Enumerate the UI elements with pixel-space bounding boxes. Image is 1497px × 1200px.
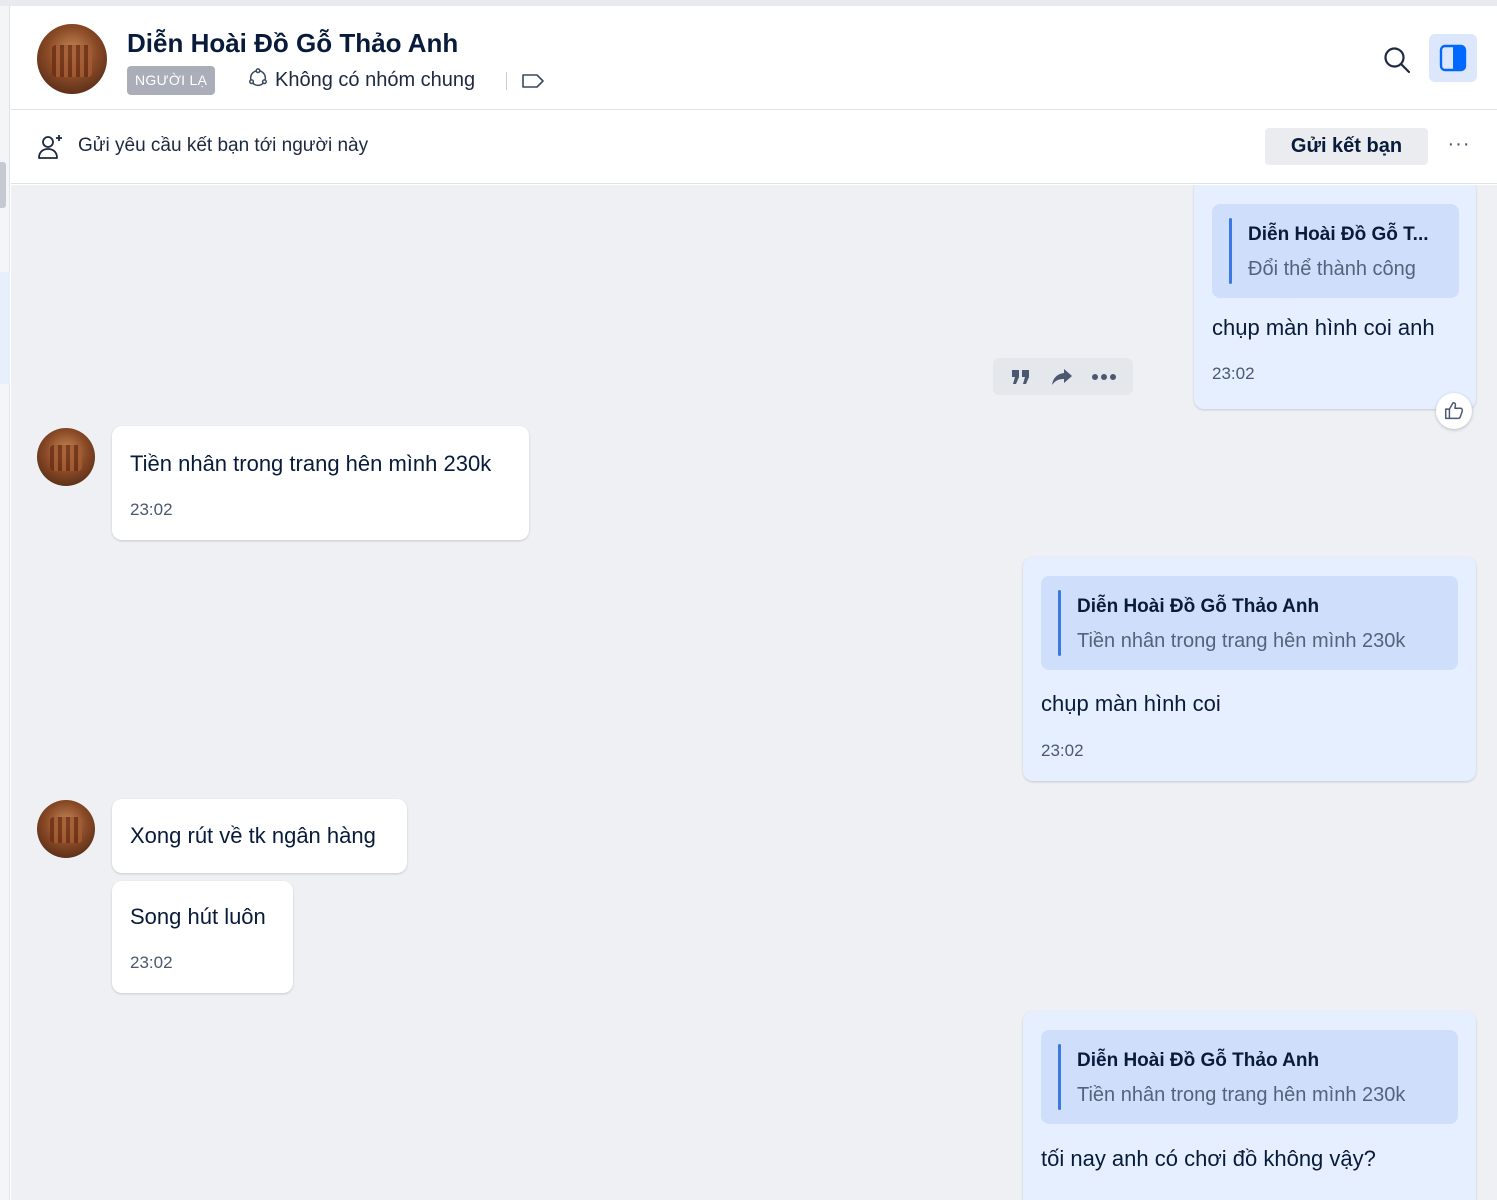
contact-name[interactable]: Diễn Hoài Đồ Gỗ Thảo Anh	[127, 28, 458, 59]
message-bubble-outgoing[interactable]: Diễn Hoài Đồ Gỗ Thảo Anh Tiền nhân trong…	[1023, 1011, 1476, 1200]
message-time: 23:02	[130, 953, 173, 972]
thumbs-up-icon	[1445, 402, 1464, 420]
chat-messages-area[interactable]: Diễn Hoài Đồ Gỗ T... Đổi thể thành công …	[11, 185, 1497, 1200]
quote-bar	[1229, 218, 1232, 284]
message-text: Xong rút về tk ngân hàng	[130, 823, 376, 848]
search-icon	[1384, 47, 1411, 74]
conversation-list-edge	[0, 6, 10, 1200]
message-text: Tiền nhân trong trang hên mình 230k	[130, 451, 492, 476]
message-actions	[993, 358, 1133, 395]
quote-sender: Diễn Hoài Đồ Gỗ T...	[1248, 224, 1429, 245]
scrollbar-handle[interactable]	[0, 162, 6, 208]
tag-icon[interactable]	[520, 70, 546, 92]
message-time: 23:02	[130, 500, 173, 519]
react-like-button[interactable]	[1436, 393, 1472, 429]
quote-sender: Diễn Hoài Đồ Gỗ Thảo Anh	[1077, 1050, 1320, 1071]
selected-conversation-edge[interactable]	[0, 272, 10, 384]
message-bubble-outgoing[interactable]: Diễn Hoài Đồ Gỗ Thảo Anh Tiền nhân trong…	[1023, 557, 1476, 781]
sender-avatar[interactable]	[37, 800, 95, 858]
sidebar-panel-icon	[1439, 44, 1467, 72]
message-time: 23:02	[1212, 364, 1255, 383]
quoted-message[interactable]: Diễn Hoài Đồ Gỗ Thảo Anh Tiền nhân trong…	[1041, 1030, 1458, 1124]
toggle-info-panel-button[interactable]	[1429, 34, 1477, 82]
common-groups-label: Không có nhóm chung	[275, 69, 476, 91]
quote-bar	[1058, 590, 1061, 656]
contact-avatar[interactable]	[37, 24, 107, 94]
common-groups[interactable]: Không có nhóm chung	[247, 66, 475, 95]
more-options-button[interactable]: ···	[1445, 133, 1473, 161]
friend-request-bar: Gửi yêu cầu kết bạn tới người này Gửi kế…	[11, 111, 1497, 184]
message-time: 23:02	[1041, 741, 1084, 760]
search-button[interactable]	[1377, 40, 1417, 80]
quoted-message[interactable]: Diễn Hoài Đồ Gỗ T... Đổi thể thành công	[1212, 204, 1459, 298]
message-bubble-outgoing[interactable]: Diễn Hoài Đồ Gỗ T... Đổi thể thành công …	[1194, 185, 1476, 409]
group-icon	[247, 67, 269, 95]
message-text: tối nay anh có chơi đồ không vậy?	[1041, 1146, 1376, 1171]
quote-reply-icon[interactable]	[1009, 365, 1033, 389]
quote-text: Tiền nhân trong trang hên mình 230k	[1077, 1084, 1406, 1106]
message-bubble-incoming[interactable]: Tiền nhân trong trang hên mình 230k 23:0…	[112, 426, 529, 540]
message-bubble-incoming[interactable]: Xong rút về tk ngân hàng	[112, 799, 407, 873]
forward-icon[interactable]	[1049, 365, 1075, 389]
friend-request-text: Gửi yêu cầu kết bạn tới người này	[78, 135, 369, 156]
stranger-badge: NGƯỜI LẠ	[127, 66, 216, 95]
message-text: chụp màn hình coi	[1041, 691, 1221, 716]
add-friend-icon	[36, 132, 66, 162]
quote-sender: Diễn Hoài Đồ Gỗ Thảo Anh	[1077, 596, 1320, 617]
message-text: chụp màn hình coi anh	[1212, 315, 1435, 340]
message-text: Song hút luôn	[130, 904, 266, 929]
more-horizontal-icon[interactable]	[1091, 373, 1117, 381]
quoted-message[interactable]: Diễn Hoài Đồ Gỗ Thảo Anh Tiền nhân trong…	[1041, 576, 1458, 670]
sender-avatar[interactable]	[37, 428, 95, 486]
quote-text: Tiền nhân trong trang hên mình 230k	[1077, 630, 1406, 652]
message-bubble-incoming[interactable]: Song hút luôn 23:02	[112, 881, 293, 993]
quote-bar	[1058, 1044, 1061, 1110]
send-friend-request-button[interactable]: Gửi kết bạn	[1265, 128, 1428, 165]
quote-text: Đổi thể thành công	[1248, 258, 1416, 280]
chat-header: Diễn Hoài Đồ Gỗ Thảo Anh NGƯỜI LẠ Không …	[11, 6, 1497, 110]
divider	[506, 72, 507, 90]
